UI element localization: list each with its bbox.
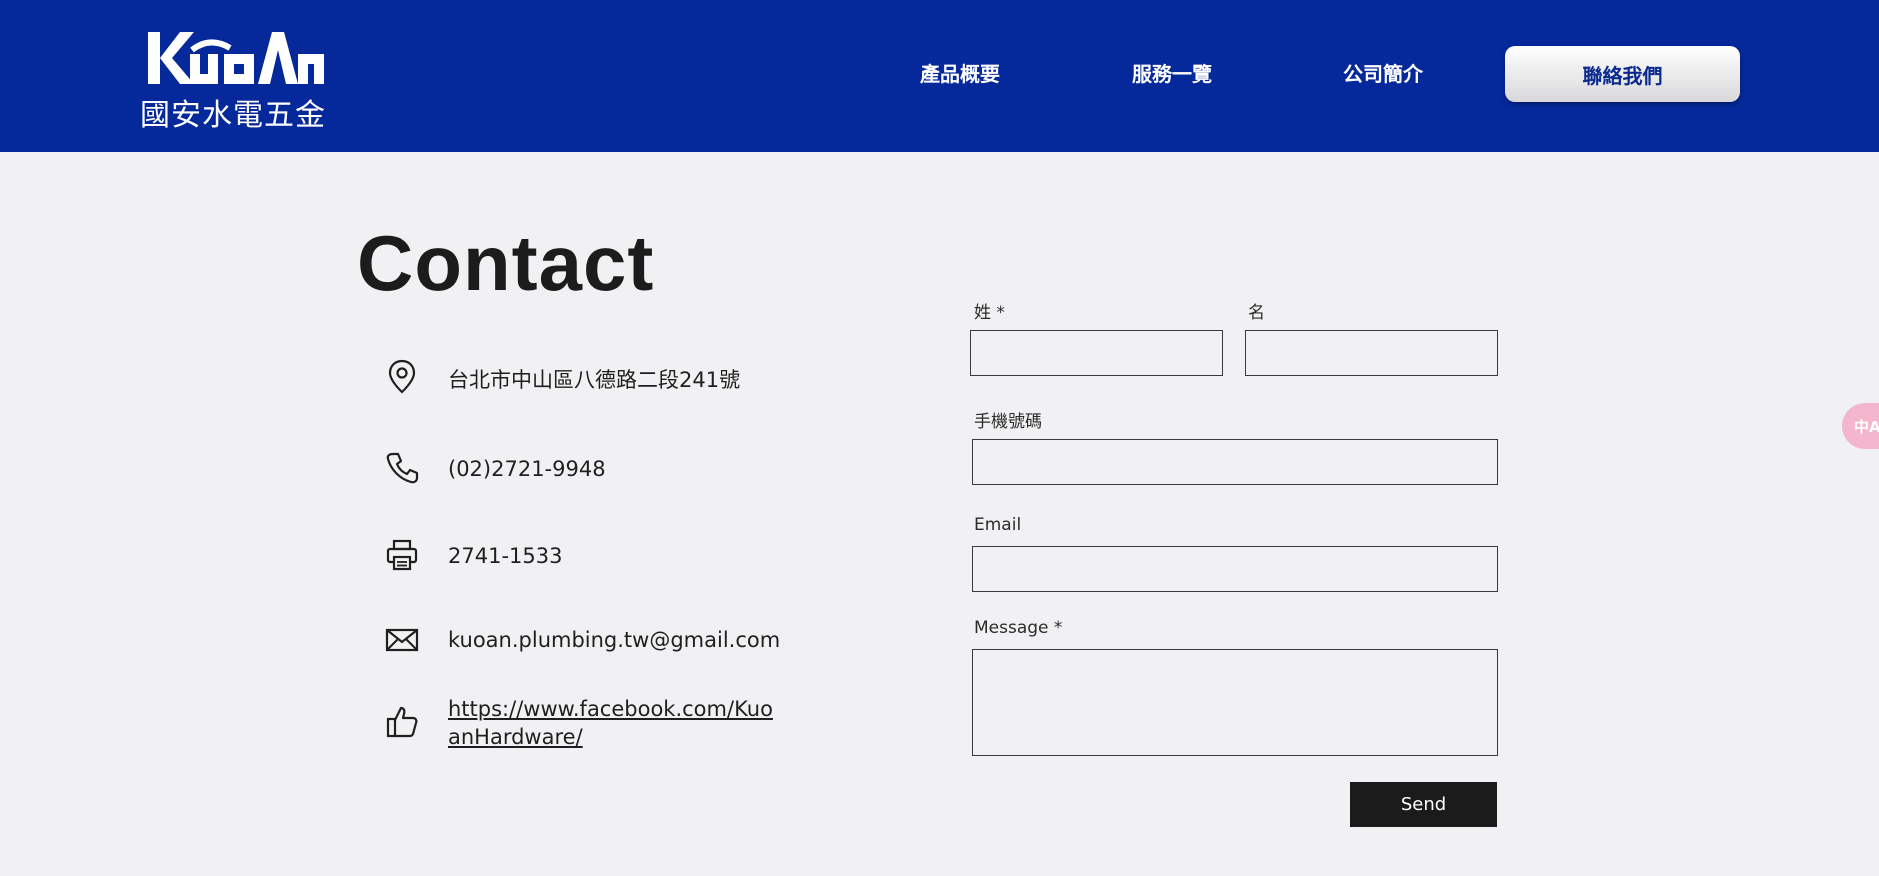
mobile-field[interactable] [972, 439, 1498, 485]
first-name-label: 名 [1248, 303, 1265, 323]
last-name-label: 姓 * [974, 303, 1005, 323]
translate-widget[interactable]: 中A [1842, 403, 1879, 449]
nav-item-products[interactable]: 產品概要 [920, 58, 1000, 87]
address-text: 台北市中山區八德路二段241號 [448, 368, 741, 392]
send-button[interactable]: Send [1350, 782, 1497, 827]
location-pin-icon [384, 358, 420, 394]
thumbs-up-icon [384, 704, 420, 740]
translate-icon: 中A [1854, 417, 1879, 436]
first-name-field[interactable] [1245, 330, 1498, 376]
page-title: Contact [357, 219, 655, 307]
message-label: Message * [974, 618, 1063, 638]
email-label: Email [974, 515, 1022, 535]
fax-text: 2741-1533 [448, 544, 563, 568]
site-header: 國安水電五金 產品概要 服務一覽 公司簡介 聯絡我們 [0, 0, 1879, 152]
printer-icon [384, 537, 420, 573]
email-field[interactable] [972, 546, 1498, 592]
logo-subtitle: 國安水電五金 [140, 98, 326, 133]
nav-item-services[interactable]: 服務一覽 [1132, 58, 1212, 87]
phone-icon [384, 450, 420, 486]
email-text[interactable]: kuoan.plumbing.tw@gmail.com [448, 628, 780, 652]
phone-text: (02)2721-9948 [448, 457, 606, 481]
site-logo[interactable]: 國安水電五金 [140, 28, 325, 133]
nav-contact-button[interactable]: 聯絡我們 [1505, 46, 1740, 102]
mobile-label: 手機號碼 [974, 412, 1042, 432]
nav-item-about[interactable]: 公司簡介 [1343, 58, 1423, 87]
last-name-field[interactable] [970, 330, 1223, 376]
message-field[interactable] [972, 649, 1498, 756]
kuoan-logo-mark [148, 32, 324, 84]
facebook-link[interactable]: https://www.facebook.com/KuoanHardware/ [448, 695, 778, 751]
envelope-icon [384, 622, 420, 658]
